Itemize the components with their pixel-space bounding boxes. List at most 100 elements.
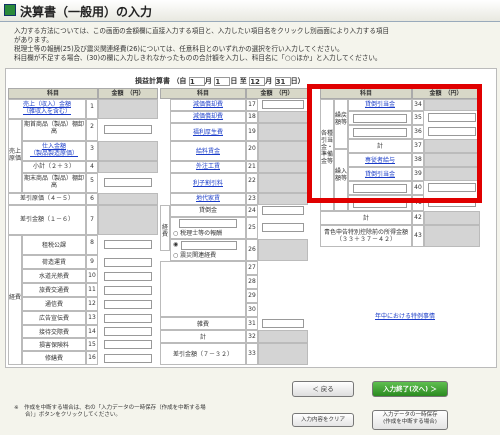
exp-label: 広告宣伝費 <box>22 311 86 325</box>
radio-icon: ○ <box>173 252 179 259</box>
instruction-line: 入力する方法については、この画面の金額欄に直接入力する項目と、入力したい項目名を… <box>14 27 390 35</box>
fee-name-input[interactable] <box>179 219 237 228</box>
exp-label: 損害保険料 <box>22 338 86 351</box>
subtotal-label: 小計（２＋３） <box>22 161 86 173</box>
exp-label: 接待交際費 <box>22 325 86 338</box>
exp-mid-link[interactable]: 給料賃金 <box>196 148 220 155</box>
exp-mid-amount <box>258 141 308 161</box>
exp-mid-cell: 地代家賃 <box>170 193 246 205</box>
next-button[interactable]: 入力終了(次へ) ＞ <box>372 381 448 397</box>
header-amount: 金額 （円） <box>98 88 158 99</box>
disaster-radio-label[interactable]: ○ 震災関連経費 <box>173 252 216 259</box>
expenses-group-label: 経費 <box>160 205 170 251</box>
exp-mid-link[interactable]: 外注工賃 <box>196 163 220 170</box>
purchases-link[interactable]: 仕入金額 <box>23 143 85 150</box>
total-right-amount <box>424 211 480 225</box>
exp-mid-amount <box>258 193 308 205</box>
exp-input[interactable] <box>104 354 152 363</box>
month-from-input[interactable]: 1 <box>188 76 205 86</box>
diff-amount <box>258 343 308 365</box>
before-deduction-amount <box>424 225 480 247</box>
exp-mid-amount <box>258 123 308 141</box>
exp-mid-link[interactable]: 利子割引料 <box>193 180 223 187</box>
sales-amount <box>98 99 158 119</box>
exp-mid-link[interactable]: 減価償却費 <box>193 113 223 120</box>
exp-mid-link[interactable]: 地代家賃 <box>196 195 220 202</box>
exp-mid-amount <box>258 111 308 123</box>
total-amount <box>258 330 308 343</box>
month-to-input[interactable]: 12 <box>249 76 266 86</box>
total-label: 計 <box>160 330 246 343</box>
disaster-name-input[interactable] <box>181 241 237 250</box>
clear-button[interactable]: 入力内容をクリア <box>292 413 354 427</box>
total-right-label: 計 <box>320 211 412 225</box>
exp-label: 通信費 <box>22 297 86 311</box>
exp-input[interactable] <box>104 314 152 323</box>
before-deduction-cell: 青色申告特別控除前の所得金額 （３３＋３７－４２） <box>320 225 412 247</box>
exp-mid-link[interactable]: 福利厚生費 <box>193 129 223 136</box>
exp-input[interactable] <box>104 258 152 267</box>
instruction-line: 科目欄が不足する場合、(30)の欄に入力しきれなかったものの合計額を入力し、科目… <box>14 54 382 62</box>
purchases-cell: 仕入金額 （製品製造原価） <box>22 141 86 161</box>
radio-icon: ○ <box>173 230 179 237</box>
exp-mid-amount <box>258 173 308 193</box>
cost-amount <box>98 193 158 205</box>
footnote: ※ 作成を中断する場合は、右の「入力データの一時保存（作成を中断する場 合）」ボ… <box>14 405 206 418</box>
page-title: 決算書（一般用）の入力 <box>20 5 153 19</box>
exp-label: 修繕費 <box>22 351 86 365</box>
statement-title: 損益計算書 <box>135 77 170 85</box>
expenses-group-label: 経費 <box>8 235 22 365</box>
exp-mid-input[interactable] <box>262 206 304 215</box>
cost-label: 差引原価（４－５） <box>8 193 86 205</box>
exp-mid-cell: 外注工賃 <box>170 161 246 173</box>
radio-selected-icon: ◉ <box>173 241 179 248</box>
mid-year-link[interactable]: 年中における特例事情 <box>360 313 450 320</box>
exp-input[interactable] <box>104 240 152 249</box>
exp-mid-input[interactable] <box>262 100 304 109</box>
header-item: 科目 <box>8 88 98 99</box>
exp-label: 荷造運賃 <box>22 255 86 269</box>
exp-input[interactable] <box>104 340 152 349</box>
before-deduction-label: 青色申告特別控除前の所得金額 <box>323 229 408 236</box>
exp-label: 旅費交通費 <box>22 283 86 297</box>
save-button[interactable]: 入力データの一時保存 (作成を中断する場合) <box>372 410 448 430</box>
exp-mid-cell: 福利厚生費 <box>170 123 246 141</box>
fee-radio[interactable]: ○ 税理士等の報酬 <box>173 230 222 237</box>
exp-input[interactable] <box>104 300 152 309</box>
misc-input[interactable] <box>262 319 304 328</box>
day-from-input[interactable]: 1 <box>214 76 231 86</box>
gross-amount <box>98 205 158 235</box>
exp-label: 水道光熱費 <box>22 269 86 283</box>
disaster-amount <box>258 239 308 261</box>
header-amount: 金額 （円） <box>246 88 308 99</box>
diff-label: 差引金額（７－３２） <box>160 343 246 365</box>
cost-group-label: 売上原価 <box>8 119 22 193</box>
highlight-frame <box>307 84 482 203</box>
disaster-radio[interactable]: ◉ <box>173 241 178 248</box>
closing-inventory-input[interactable] <box>104 178 152 187</box>
window-header: 決算書（一般用）の入力 <box>0 0 500 22</box>
exp-mid-cell: 減価償却費 <box>170 111 246 123</box>
exp-mid-cell: 減価償却費 <box>170 99 246 111</box>
header-item: 科目 <box>160 88 246 99</box>
exp-mid-amount <box>258 161 308 173</box>
day-to-input[interactable]: 31 <box>274 76 291 86</box>
sales-link[interactable]: 売上（収入）金額 <box>9 101 85 108</box>
opening-inventory-input[interactable] <box>104 125 152 134</box>
opening-inventory-label: 期首商品（製品）棚卸高 <box>22 119 86 141</box>
exp-input[interactable] <box>104 272 152 281</box>
exp-mid-link[interactable]: 減価償却費 <box>193 101 223 108</box>
fee-input[interactable] <box>262 223 304 232</box>
blank-rows <box>160 261 246 317</box>
exp-mid-label: 貸倒金 <box>170 205 246 217</box>
fee-option-cell: ○ 税理士等の報酬 <box>170 217 246 239</box>
exp-mid-cell: 給料賃金 <box>170 141 246 161</box>
exp-input[interactable] <box>104 286 152 295</box>
closing-inventory-label: 期末商品（製品）棚卸高 <box>22 173 86 193</box>
before-deduction-formula: （３３＋３７－４２） <box>335 236 396 243</box>
purchases-amount <box>98 141 158 161</box>
back-button[interactable]: ＜ 戻る <box>292 381 354 397</box>
form-icon <box>4 4 16 16</box>
exp-label: 租税公課 <box>22 235 86 255</box>
exp-input[interactable] <box>104 327 152 336</box>
